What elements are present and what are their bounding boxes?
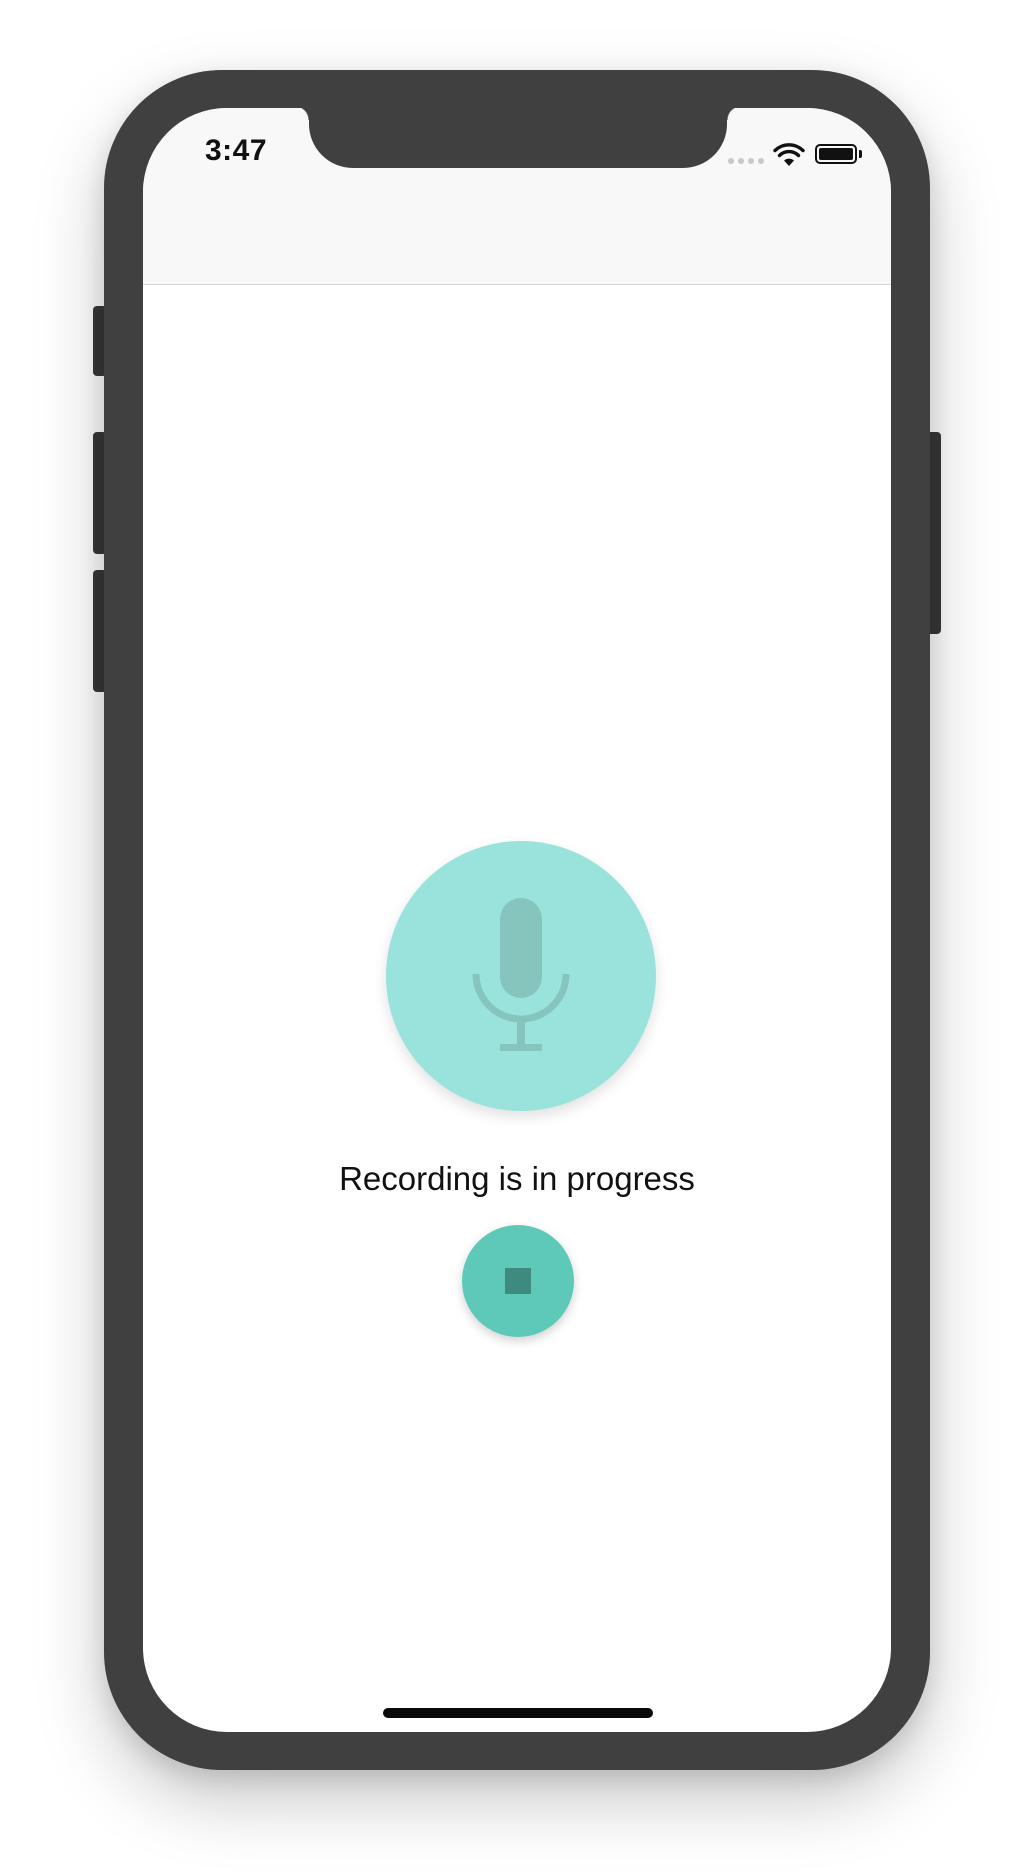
- status-time: 3:47: [205, 134, 268, 167]
- wifi-icon: [773, 143, 805, 166]
- battery-icon: [815, 144, 857, 164]
- microphone-circle[interactable]: [386, 841, 656, 1111]
- recording-status-text: Recording is in progress: [339, 1160, 695, 1197]
- stop-icon: [505, 1268, 531, 1294]
- home-indicator[interactable]: [383, 1708, 653, 1718]
- device-stage: 3:47 Recording is in progress: [0, 0, 1034, 1872]
- stop-recording-button[interactable]: [462, 1225, 574, 1337]
- microphone-icon: [472, 898, 570, 1051]
- battery-cap: [859, 150, 862, 158]
- notch: [295, 108, 741, 168]
- phone-screen: 3:47 Recording is in progress: [143, 108, 891, 1732]
- signal-icon: [728, 158, 764, 164]
